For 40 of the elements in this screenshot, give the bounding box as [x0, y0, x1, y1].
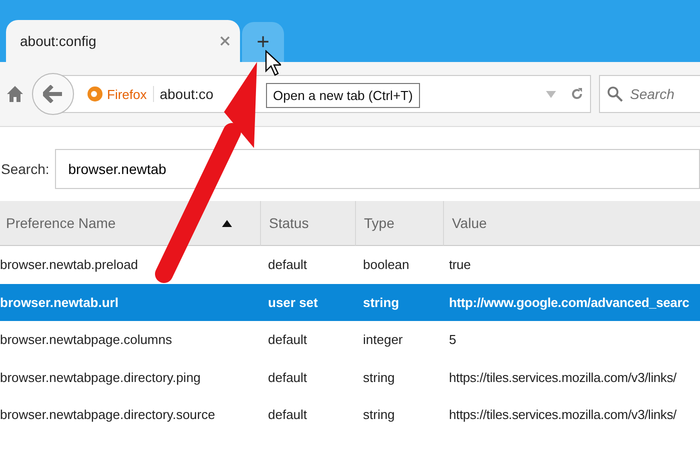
preference-name-cell[interactable]: browser.newtabpage.columns — [0, 321, 260, 358]
address-text: about:co — [160, 86, 214, 102]
type-cell-text: string — [362, 368, 396, 387]
status-cell-text: default — [267, 368, 308, 387]
column-header[interactable]: Value — [443, 201, 700, 246]
column-header[interactable]: Preference Name — [0, 201, 260, 246]
column-header[interactable]: Type — [355, 201, 443, 246]
filter-field[interactable]: browser.newtab — [55, 149, 700, 189]
status-cell-text: default — [267, 331, 308, 350]
preference-name-cell[interactable]: browser.newtabpage.directory.source — [0, 396, 260, 434]
reload-icon[interactable] — [570, 87, 584, 101]
back-button[interactable] — [32, 73, 74, 115]
browser-logo-icon — [87, 86, 103, 102]
preference-name-cell[interactable]: browser.newtab.preload — [0, 246, 260, 284]
back-arrow-icon — [43, 85, 63, 103]
type-cell: string — [355, 284, 443, 321]
type-cell-text: string — [362, 406, 396, 424]
search-field[interactable]: Search — [599, 75, 700, 113]
column-header[interactable]: Status — [260, 201, 355, 246]
status-cell: user set — [260, 284, 355, 321]
tooltip: Open a new tab (Ctrl+T) — [266, 83, 420, 108]
preference-name-cell[interactable]: browser.newtab.url — [0, 284, 260, 321]
search-icon — [607, 86, 623, 102]
status-cell-text: default — [267, 406, 308, 424]
search-label: Search: — [1, 161, 50, 177]
status-cell-text: default — [267, 256, 308, 274]
new-tab-button[interactable]: + — [242, 22, 284, 62]
preference-name-cell[interactable]: browser.newtabpage.directory.ping — [0, 358, 260, 396]
value-cell-text: https://tiles.services.mozilla.com/v3/links/ — [448, 406, 678, 424]
value-cell-text: 5 — [448, 331, 458, 350]
home-icon[interactable] — [6, 85, 24, 103]
site-identity: Firefox — [107, 86, 147, 102]
type-cell-text: integer — [362, 331, 404, 350]
value-cell-text: true — [448, 256, 472, 274]
sort-arrow-icon — [222, 220, 232, 226]
close-icon[interactable] — [220, 36, 230, 46]
value-cell-text: https://tiles.services.mozilla.com/v3/links/ — [448, 368, 678, 387]
browser-tab[interactable]: about:config — [6, 20, 240, 62]
type-cell-text: boolean — [362, 256, 410, 274]
value-cell: http://www.google.com/advanced_searc — [443, 284, 700, 321]
